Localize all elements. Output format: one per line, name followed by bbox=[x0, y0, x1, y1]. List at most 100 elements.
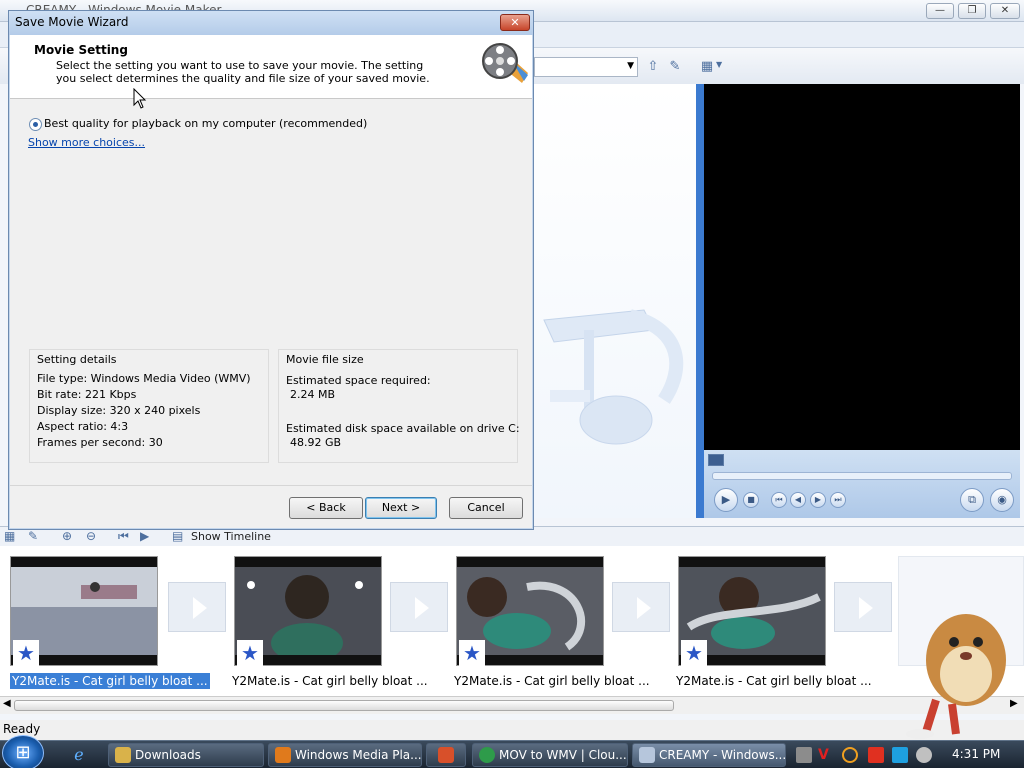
storyboard-clip[interactable]: ★ bbox=[678, 556, 830, 666]
dialog-header: Movie Setting Select the setting you wan… bbox=[10, 35, 532, 99]
forward-button[interactable]: ▶ bbox=[810, 492, 826, 508]
page-description: Select the setting you want to use to sa… bbox=[56, 59, 430, 85]
storyboard-scrollbar[interactable]: ◀ ▶ bbox=[0, 696, 1024, 714]
chevron-down-icon: ▼ bbox=[627, 61, 634, 71]
rewind-storyboard-icon[interactable]: ⏮ bbox=[118, 529, 129, 544]
setting-details-title: Setting details bbox=[37, 353, 117, 366]
fps-text: Frames per second: 30 bbox=[37, 436, 163, 449]
split-clip-button[interactable]: ⧉ bbox=[960, 488, 984, 512]
maximize-button[interactable]: ❐ bbox=[958, 3, 986, 19]
next-frame-button[interactable]: ⏭ bbox=[830, 492, 846, 508]
windows-logo-icon: ⊞ bbox=[15, 742, 31, 763]
taskbar-item[interactable]: Downloads bbox=[108, 743, 264, 767]
radio-selected-icon[interactable] bbox=[29, 118, 42, 131]
media-player-icon bbox=[275, 747, 291, 763]
clock[interactable]: 4:31 PM bbox=[952, 747, 1000, 761]
dialog-title-bar: Save Movie Wizard ✕ bbox=[9, 11, 533, 35]
bit-rate-text: Bit rate: 221 Kbps bbox=[37, 388, 137, 401]
minimize-button[interactable]: — bbox=[926, 3, 954, 19]
clip-thumbnail: ★ bbox=[10, 556, 158, 666]
star-badge-icon: ★ bbox=[459, 640, 485, 666]
antivirus-icon[interactable]: V bbox=[818, 747, 834, 763]
taskbar-item[interactable]: CREAMY - Windows... bbox=[632, 743, 786, 767]
storyboard: ★ Y2Mate.is - Cat girl belly bloat ... ★… bbox=[0, 546, 1024, 696]
star-badge-icon: ★ bbox=[237, 640, 263, 666]
estimated-space-value: 2.24 MB bbox=[290, 388, 336, 401]
disk-space-value: 48.92 GB bbox=[290, 436, 342, 449]
narrate-icon[interactable]: ✎ bbox=[28, 529, 38, 543]
show-timeline-button[interactable]: Show Timeline bbox=[191, 530, 271, 543]
view-options-icon[interactable]: ▦ bbox=[698, 58, 716, 76]
taskbar-item[interactable] bbox=[426, 743, 466, 767]
taskbar-item-label: Downloads bbox=[135, 748, 201, 762]
dialog-title: Save Movie Wizard bbox=[15, 15, 129, 29]
folder-icon bbox=[115, 747, 131, 763]
dialog-separator bbox=[10, 485, 532, 486]
clip-thumbnail: ★ bbox=[678, 556, 826, 666]
previous-frame-button[interactable]: ⏮ bbox=[771, 492, 787, 508]
flag-icon[interactable] bbox=[868, 747, 884, 763]
clip-caption[interactable]: Y2Mate.is - Cat girl belly bloat ... bbox=[10, 673, 210, 689]
scroll-left-icon[interactable]: ◀ bbox=[3, 698, 11, 709]
zoom-in-icon[interactable]: ⊕ bbox=[62, 529, 72, 543]
volume-icon[interactable] bbox=[916, 747, 932, 763]
next-button[interactable]: Next > bbox=[365, 497, 437, 519]
storyboard-clip[interactable]: ★ bbox=[456, 556, 608, 666]
pane-splitter[interactable] bbox=[696, 84, 704, 518]
view-dropdown-icon[interactable]: ▼ bbox=[716, 60, 722, 69]
taskbar-item-label: CREAMY - Windows... bbox=[659, 748, 786, 762]
storyboard-icon[interactable]: ▦ bbox=[4, 529, 15, 543]
close-app-button[interactable]: ✕ bbox=[990, 3, 1020, 19]
taskbar-item[interactable]: Windows Media Pla... bbox=[268, 743, 422, 767]
back-button[interactable]: < Back bbox=[289, 497, 363, 519]
rewind-button[interactable]: ◀ bbox=[790, 492, 806, 508]
disk-space-label: Estimated disk space available on drive … bbox=[286, 422, 520, 435]
timeline-icon: ▤ bbox=[172, 529, 184, 543]
save-movie-wizard-dialog: Save Movie Wizard ✕ Movie Setting Select… bbox=[8, 10, 534, 530]
clip-caption[interactable]: Y2Mate.is - Cat girl belly bloat ... bbox=[232, 673, 428, 689]
movie-file-size-title: Movie file size bbox=[286, 353, 364, 366]
taskbar: ⊞ ℯ Downloads Windows Media Pla... MOV t… bbox=[0, 735, 1024, 768]
music-note-watermark-icon bbox=[543, 309, 684, 445]
search-tray-icon[interactable] bbox=[842, 747, 858, 763]
clip-thumbnail: ★ bbox=[456, 556, 604, 666]
up-folder-icon[interactable]: ⇧ bbox=[644, 58, 662, 76]
seek-bar[interactable] bbox=[712, 472, 1012, 480]
split-screen-icon[interactable] bbox=[708, 454, 724, 466]
scroll-thumb[interactable] bbox=[14, 700, 674, 711]
page-heading: Movie Setting bbox=[34, 43, 128, 57]
play-button[interactable]: ▶ bbox=[714, 488, 738, 512]
transition-slot[interactable] bbox=[612, 582, 670, 632]
star-badge-icon: ★ bbox=[681, 640, 707, 666]
stop-button[interactable]: ■ bbox=[743, 492, 759, 508]
new-folder-icon[interactable]: ✎ bbox=[666, 58, 684, 76]
cancel-button[interactable]: Cancel bbox=[449, 497, 523, 519]
display-size-text: Display size: 320 x 240 pixels bbox=[37, 404, 201, 417]
storyboard-clip[interactable]: ★ bbox=[10, 556, 162, 666]
storyboard-clip[interactable]: ★ bbox=[234, 556, 386, 666]
collection-dropdown[interactable]: ▼ bbox=[534, 57, 638, 77]
transition-slot[interactable] bbox=[168, 582, 226, 632]
transition-slot[interactable] bbox=[390, 582, 448, 632]
taskbar-item-label: Windows Media Pla... bbox=[295, 748, 422, 762]
take-picture-button[interactable]: ◉ bbox=[990, 488, 1014, 512]
internet-explorer-icon[interactable]: ℯ bbox=[68, 745, 90, 765]
transition-slot[interactable] bbox=[834, 582, 892, 632]
network-icon[interactable] bbox=[892, 747, 908, 763]
zoom-out-icon[interactable]: ⊖ bbox=[86, 529, 96, 543]
taskbar-item[interactable]: MOV to WMV | Clou... bbox=[472, 743, 628, 767]
best-quality-label[interactable]: Best quality for playback on my computer… bbox=[44, 117, 367, 130]
chrome-icon bbox=[479, 747, 495, 763]
dialog-close-button[interactable]: ✕ bbox=[500, 14, 530, 31]
film-reel-icon bbox=[482, 43, 528, 83]
start-button[interactable]: ⊞ bbox=[2, 735, 44, 768]
star-badge-icon: ★ bbox=[13, 640, 39, 666]
status-bar: Ready bbox=[0, 720, 1024, 740]
show-more-choices-link[interactable]: Show more choices... bbox=[28, 136, 145, 149]
clip-caption[interactable]: Y2Mate.is - Cat girl belly bloat ... bbox=[676, 673, 872, 689]
setting-details-group: Setting details File type: Windows Media… bbox=[29, 349, 269, 463]
play-storyboard-icon[interactable]: ▶ bbox=[140, 529, 149, 543]
clip-caption[interactable]: Y2Mate.is - Cat girl belly bloat ... bbox=[454, 673, 650, 689]
tray-app-icon[interactable] bbox=[796, 747, 812, 763]
preview-monitor bbox=[704, 84, 1020, 450]
